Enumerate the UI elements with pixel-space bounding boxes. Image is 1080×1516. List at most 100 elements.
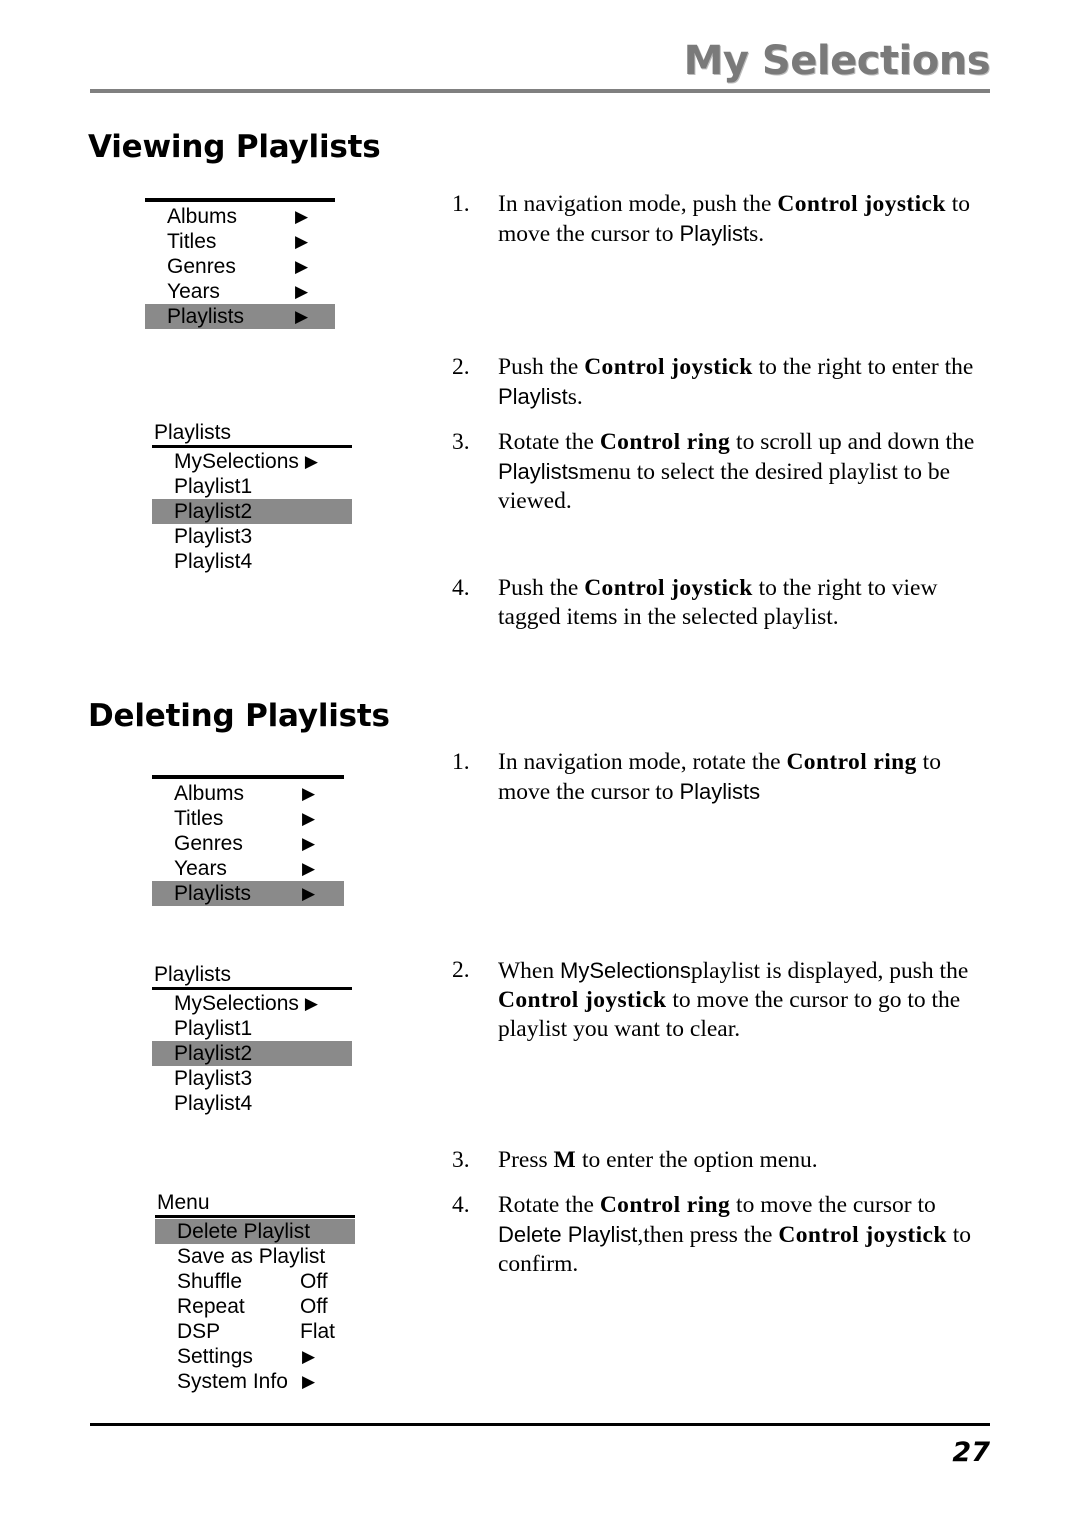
menu-row[interactable]: Titles ▶ [145,229,335,254]
menu-row[interactable]: Playlist4 [152,549,352,574]
menu-rows-container: Albums ▶ Titles ▶ Genres ▶ Years ▶ Playlists ▶ [152,781,344,906]
emphasis-term: Control joystick [498,987,667,1013]
menu-row-label: Years [174,857,227,880]
step-number: 1. [452,749,470,775]
menu-row[interactable]: Genres ▶ [145,254,335,279]
menu-row-label: Playlist1 [174,1017,253,1040]
menu-row[interactable]: MySelections ▶ [152,991,352,1016]
menu-row-label: System Info [177,1370,288,1393]
menu-row[interactable]: Albums ▶ [152,781,344,806]
step-text: In navigation mode, rotate the Control r… [498,748,982,807]
step-text-run: to the right to enter the [752,354,974,380]
step-text: When MySelectionsplaylist is displayed, … [498,956,982,1044]
step-text: Rotate the Control ring to move the curs… [498,1191,982,1279]
menu-row[interactable]: Playlists ▶ [152,881,344,906]
submenu-arrow-icon: ▶ [302,1372,316,1391]
menu-row-label: Playlists [167,305,245,328]
menu-row-label: Playlist2 [174,1042,253,1065]
menu-row[interactable]: Delete Playlist [155,1219,355,1244]
step-number: 2. [452,957,470,983]
menu-row-label: Playlist1 [174,475,253,498]
submenu-arrow-icon: ▶ [302,1347,316,1366]
menu-row[interactable]: MySelections ▶ [152,449,352,474]
menu-row-label: Playlist2 [174,500,253,523]
step-text-run: In navigation mode, push the [498,191,778,217]
step-item: 4. Rotate the Control ring to move the c… [452,1191,982,1279]
device-menu-main-viewing: Albums ▶ Titles ▶ Genres ▶ Years ▶ Playlists ▶ [145,198,335,329]
submenu-arrow-icon: ▶ [295,257,309,276]
menu-row[interactable]: Playlist4 [152,1091,352,1116]
menu-row[interactable]: Playlist3 [152,1066,352,1091]
menu-caption: Menu [157,1191,210,1214]
screen-term: Playlists [679,779,761,804]
menu-row[interactable]: System Info ▶ [155,1369,355,1394]
step-item: 3. Press M to enter the option menu. [452,1146,982,1175]
menu-row[interactable]: Playlist2 [152,499,352,524]
menu-row[interactable]: Repeat Off [155,1294,355,1319]
menu-row[interactable]: Years ▶ [152,856,344,881]
menu-row[interactable]: Playlist1 [152,1016,352,1041]
menu-rows-container: Delete Playlist Save as Playlist Shuffle Of… [155,1219,355,1394]
menu-row-label: Shuffle [177,1270,242,1293]
step-text: In navigation mode, push the Control joy… [498,190,982,249]
menu-row-label: Delete Playlist [177,1220,311,1243]
submenu-arrow-icon: ▶ [302,859,316,878]
emphasis-term: Control joystick [778,1222,947,1248]
menu-row[interactable]: Albums ▶ [145,204,335,229]
menu-row-value: Flat [300,1320,336,1343]
emphasis-term: Control joystick [777,191,946,217]
step-number: 3. [452,429,470,455]
step-text-run: to scroll up and down the [730,429,975,455]
menu-row-label: Years [167,280,220,303]
step-text-run: ,then press the [637,1222,779,1248]
menu-row[interactable]: Playlists ▶ [145,304,335,329]
step-text: Rotate the Control ring to scroll up and… [498,428,982,516]
document-page: My Selections Viewing Playlists Albums ▶ T… [0,0,1080,1516]
submenu-arrow-icon: ▶ [302,834,316,853]
menu-row[interactable]: Playlist3 [152,524,352,549]
device-menu-playlists-deleting: Playlists MySelections ▶ Playlist1 Playlist… [152,962,352,1116]
menu-caption: Playlists [154,963,232,986]
step-text-run: to enter the option menu. [576,1147,818,1173]
device-menu-main-deleting: Albums ▶ Titles ▶ Genres ▶ Years ▶ Playlists ▶ [152,775,344,906]
menu-row[interactable]: Playlist1 [152,474,352,499]
step-text-run: In navigation mode, rotate the [498,749,787,775]
submenu-arrow-icon: ▶ [295,232,309,251]
menu-row[interactable]: Shuffle Off [155,1269,355,1294]
step-item: 4. Push the Control joystick to the righ… [452,574,982,632]
step-text-run: Push the [498,575,585,601]
section-heading-deleting: Deleting Playlists [88,698,390,734]
menu-caption-rule [155,1215,355,1218]
menu-row[interactable]: Save as Playlist [155,1244,355,1269]
menu-row[interactable]: Playlist2 [152,1041,352,1066]
screen-term: Delete Playlist [498,1222,638,1247]
step-item: 2. Push the Control joystick to the righ… [452,353,982,412]
emphasis-term: Control ring [599,1192,731,1218]
menu-row-label: Genres [167,255,236,278]
page-number: 27 [952,1437,990,1468]
menu-row-label: MySelections [174,450,299,473]
menu-rows-container: Albums ▶ Titles ▶ Genres ▶ Years ▶ Playlists ▶ [145,204,335,329]
menu-caption: Playlists [154,421,232,444]
emphasis-term: M [553,1147,577,1173]
device-menu-options: Menu Delete Playlist Save as Playlist Shuf… [155,1190,355,1394]
menu-top-rule [152,775,344,779]
menu-row-label: Albums [167,205,238,228]
menu-row[interactable]: Settings ▶ [155,1344,355,1369]
step-text: Push the Control joystick to the right t… [498,353,982,412]
step-number: 4. [452,575,470,601]
menu-caption-rule [152,987,352,990]
menu-row-value: Off [300,1270,328,1293]
step-text-run: Rotate the [498,429,600,455]
step-item: 1. In navigation mode, push the Control … [452,190,982,249]
submenu-arrow-icon: ▶ [295,207,309,226]
menu-row-label: Settings [177,1345,253,1368]
running-header-title: My Selections [683,38,991,84]
menu-row-label: MySelections [174,992,299,1015]
menu-row[interactable]: Titles ▶ [152,806,344,831]
menu-row[interactable]: Genres ▶ [152,831,344,856]
emphasis-term: Control joystick [584,575,753,601]
menu-row[interactable]: Years ▶ [145,279,335,304]
menu-row[interactable]: DSP Flat [155,1319,355,1344]
screen-term: Playlists [498,459,579,484]
